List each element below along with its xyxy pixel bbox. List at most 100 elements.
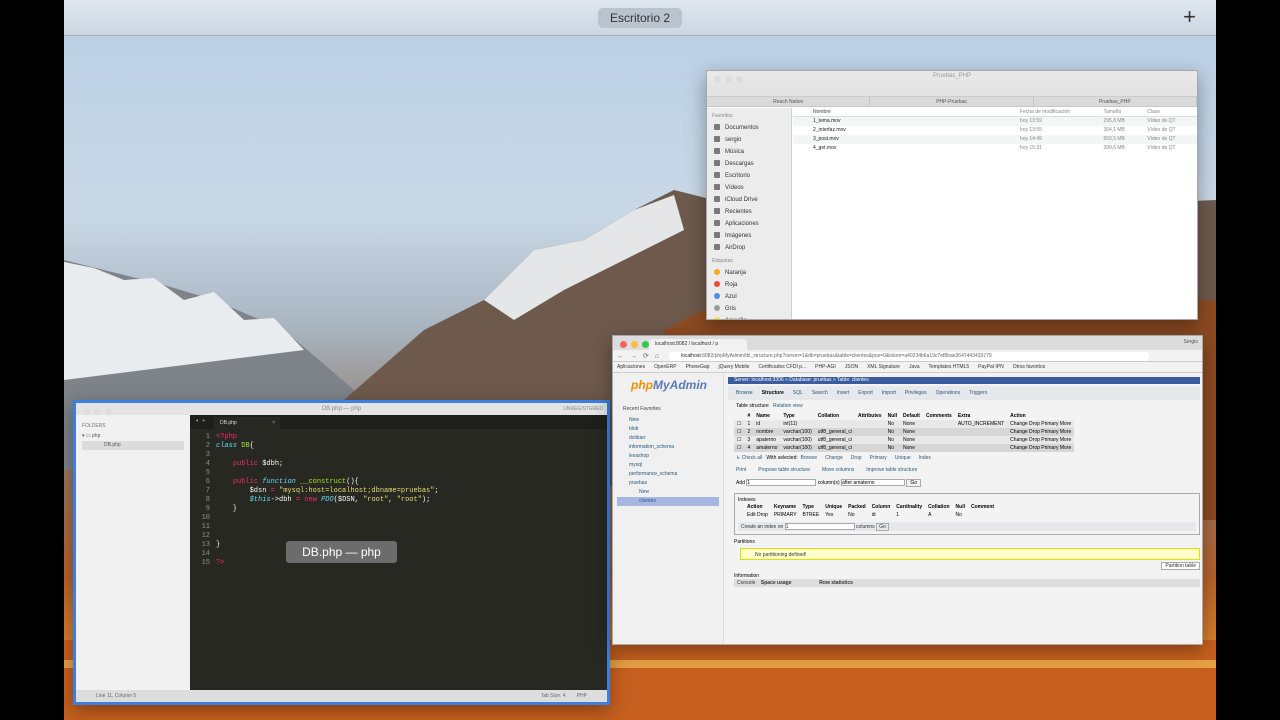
menu-tab-browse[interactable]: Browse xyxy=(736,390,753,396)
table-item[interactable]: New xyxy=(617,488,719,497)
sidebar-item-3[interactable]: Descargas xyxy=(712,158,791,170)
bookmark-item[interactable]: PhoneGap xyxy=(686,364,710,370)
zoom-icon[interactable] xyxy=(105,408,112,415)
sidebar-item-6[interactable]: iCloud Drive xyxy=(712,194,791,206)
row-actions[interactable]: Change Drop Primary More xyxy=(1007,436,1075,444)
tab-db-php[interactable]: DB.php × xyxy=(214,417,280,429)
add-count-input[interactable]: 1 xyxy=(746,479,817,486)
minimize-icon[interactable] xyxy=(725,76,732,83)
selected-action[interactable]: Unique xyxy=(895,455,911,461)
close-icon[interactable] xyxy=(620,341,627,348)
tool-link[interactable]: Print xyxy=(736,467,746,473)
sidebar-item-7[interactable]: Recientes xyxy=(712,206,791,218)
row-actions[interactable]: Change Drop Primary More xyxy=(1007,420,1075,428)
file-db-php[interactable]: DB.php xyxy=(82,441,184,450)
row-actions[interactable]: Change Drop Primary More xyxy=(1007,444,1075,452)
sidebar-item-0[interactable]: Documentos xyxy=(712,122,791,134)
sidebar-item-8[interactable]: Aplicaciones xyxy=(712,218,791,230)
sidebar-item-4[interactable]: Escritorio xyxy=(712,170,791,182)
sidebar-item-1[interactable]: sergio xyxy=(712,134,791,146)
tag-item-1[interactable]: Roja xyxy=(712,279,791,291)
row-checkbox[interactable]: ☐ xyxy=(734,420,745,428)
finder-tab[interactable]: PHP-Pruebas xyxy=(870,97,1034,106)
sidebar-item-2[interactable]: Música xyxy=(712,146,791,158)
add-position-select[interactable]: after amaterno xyxy=(841,479,906,486)
breadcrumb[interactable]: Server: localhost:3306 » Database: prueb… xyxy=(728,377,1200,384)
index-cell[interactable]: Edit Drop xyxy=(744,511,771,519)
bookmark-item[interactable]: PayPal IPN xyxy=(978,364,1004,370)
file-row[interactable]: 1_tema.mov hoy 13:59 295,8 MB Vídeo de QT xyxy=(793,117,1197,126)
row-checkbox[interactable]: ☐ xyxy=(734,444,745,452)
column-name[interactable]: Nombre xyxy=(793,108,1020,116)
menu-tab-privileges[interactable]: Privileges xyxy=(905,390,927,396)
recent-favorites-tabs[interactable]: Recent Favorites xyxy=(623,406,719,412)
nav-buttons-icon[interactable]: ← → ⟳ ⌂ xyxy=(617,352,661,360)
menu-tab-import[interactable]: Import xyxy=(882,390,896,396)
table-item[interactable]: clientes xyxy=(617,497,719,506)
close-icon[interactable] xyxy=(714,76,721,83)
sidebar-item-9[interactable]: Imágenes xyxy=(712,230,791,242)
minimize-icon[interactable] xyxy=(94,408,101,415)
db-item[interactable]: performance_schema xyxy=(617,470,719,479)
partition-table-button[interactable]: Partition table xyxy=(1161,562,1200,570)
menu-tab-triggers[interactable]: Triggers xyxy=(969,390,987,396)
sidebar-item-10[interactable]: AirDrop xyxy=(712,242,791,254)
column-kind[interactable]: Clase xyxy=(1147,108,1197,116)
menu-tab-sql[interactable]: SQL xyxy=(793,390,803,396)
browser-tab[interactable]: localhost:8082 / localhost / p xyxy=(649,339,747,350)
selected-action[interactable]: Index xyxy=(919,455,931,461)
tab-nav-arrows-icon[interactable]: ◂ ▸ xyxy=(195,417,206,424)
db-item[interactable]: mysql xyxy=(617,461,719,470)
check-all-link[interactable]: Check all xyxy=(742,455,763,461)
file-row[interactable]: 3_post.mov hoy 14:49 550,5 MB Vídeo de QT xyxy=(793,135,1197,144)
bookmark-item[interactable]: JSON xyxy=(845,364,858,370)
db-item[interactable]: blob xyxy=(617,425,719,434)
add-go-button[interactable]: Go xyxy=(906,479,922,487)
create-index-input[interactable]: 1 xyxy=(784,523,855,530)
bookmark-item[interactable]: Templates HTML5 xyxy=(929,364,970,370)
tag-item-0[interactable]: Naranja xyxy=(712,267,791,279)
column-date[interactable]: Fecha de modificación xyxy=(1020,108,1104,116)
zoom-icon[interactable] xyxy=(736,76,743,83)
finder-tab[interactable]: Reach Native xyxy=(707,97,871,106)
console-tab[interactable]: Console xyxy=(737,580,755,586)
finder-tab[interactable]: Pruebas_PHP xyxy=(1034,97,1197,106)
db-item[interactable]: information_schema xyxy=(617,443,719,452)
column-size[interactable]: Tamaño xyxy=(1103,108,1147,116)
menu-tab-operations[interactable]: Operations xyxy=(936,390,960,396)
relation-view-link[interactable]: Relation view xyxy=(773,403,803,409)
menu-tab-search[interactable]: Search xyxy=(812,390,828,396)
create-index-go-button[interactable]: Go xyxy=(876,523,889,531)
menu-tab-structure[interactable]: Structure xyxy=(762,390,784,396)
bookmark-item[interactable]: Certificados CFDI p... xyxy=(758,364,806,370)
zoom-icon[interactable] xyxy=(642,341,649,348)
row-checkbox[interactable]: ☐ xyxy=(734,428,745,436)
menu-tab-export[interactable]: Export xyxy=(858,390,872,396)
bookmark-item[interactable]: XML Signature xyxy=(867,364,900,370)
url-input[interactable]: localhost:8082/phpMyAdmin/tbl_structure.… xyxy=(669,352,1149,361)
row-checkbox[interactable]: ☐ xyxy=(734,436,745,444)
sidebar-item-5[interactable]: Vídeos xyxy=(712,182,791,194)
bookmark-item[interactable]: Aplicaciones xyxy=(617,364,645,370)
profile-name[interactable]: Sergio xyxy=(1184,339,1198,345)
folder-php[interactable]: ▾ ▭ php xyxy=(82,432,184,441)
db-item[interactable]: lexashop xyxy=(617,452,719,461)
table-structure-link[interactable]: Table structure xyxy=(736,403,769,409)
file-row[interactable]: 2_interfaz.mov hoy 13:55 364,1 MB Vídeo de … xyxy=(793,126,1197,135)
bookmark-item[interactable]: OpenERP xyxy=(654,364,677,370)
selected-action[interactable]: Browse xyxy=(801,455,818,461)
menu-tab-insert[interactable]: Insert xyxy=(837,390,850,396)
row-actions[interactable]: Change Drop Primary More xyxy=(1007,428,1075,436)
close-tab-icon[interactable]: × xyxy=(272,417,275,429)
bookmark-item[interactable]: jQuery Mobile xyxy=(719,364,750,370)
tag-item-3[interactable]: Gris xyxy=(712,303,791,315)
db-item[interactable]: New xyxy=(617,416,719,425)
minimize-icon[interactable] xyxy=(631,341,638,348)
code-editor[interactable]: 1 2 3 4 5 6 7 8 9 10 11 12 13 14 15 <?ph… xyxy=(190,429,607,690)
selected-action[interactable]: Drop xyxy=(851,455,862,461)
db-item[interactable]: pruebas xyxy=(617,479,719,488)
desktop-space-label[interactable]: Escritorio 2 xyxy=(598,8,682,28)
tag-item-4[interactable]: Amarilla xyxy=(712,315,791,319)
selected-action[interactable]: Primary xyxy=(870,455,887,461)
tool-link[interactable]: Improve table structure xyxy=(866,467,917,473)
